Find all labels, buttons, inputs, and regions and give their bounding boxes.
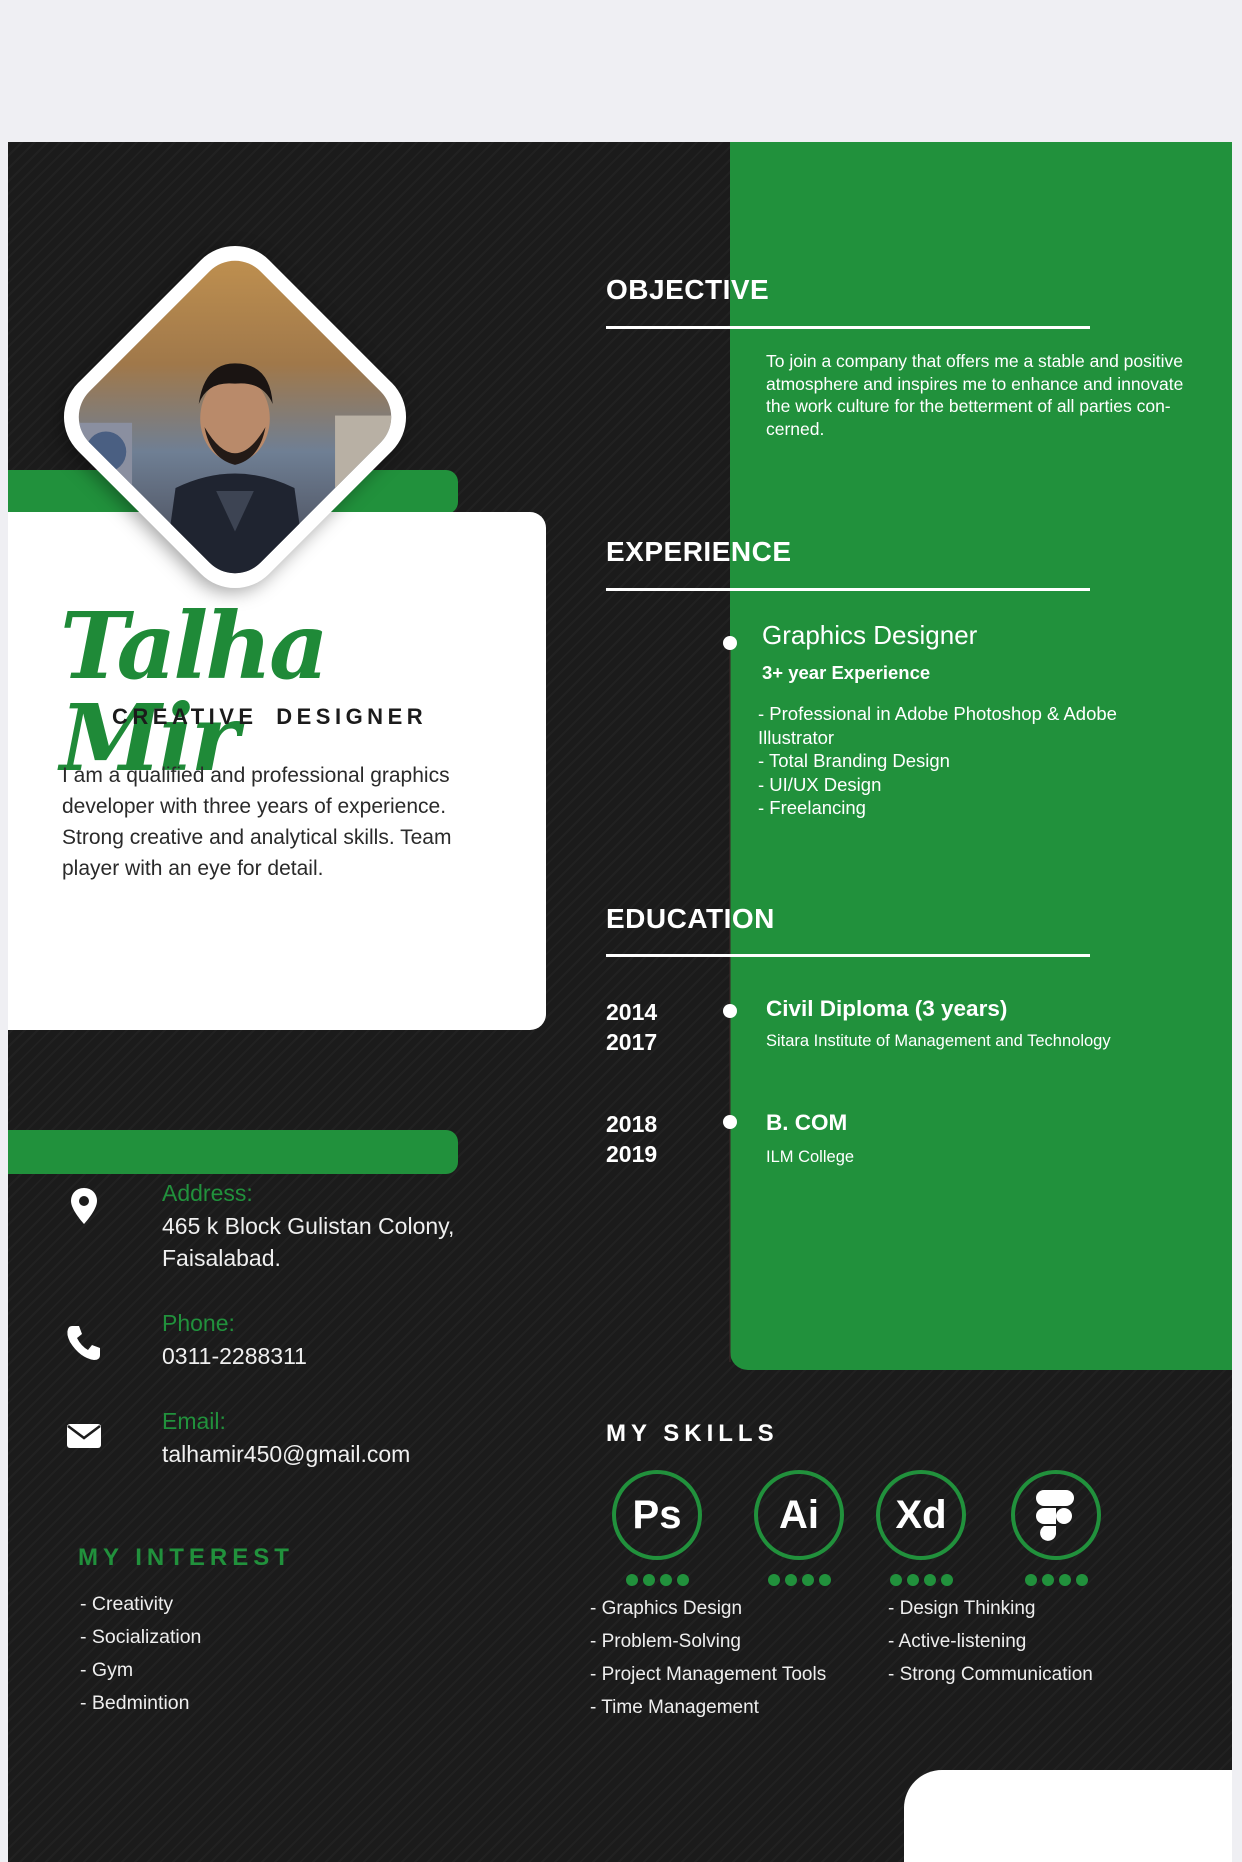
resume-page: Talha Mir CREATIVE DESIGNER I am a quali… <box>8 142 1232 1862</box>
xd-icon: Xd <box>876 1470 966 1560</box>
email-value: talhamir450@gmail.com <box>162 1441 411 1467</box>
address-label: Address: <box>162 1180 253 1206</box>
skill-item: - Time Management <box>590 1697 759 1718</box>
education-title: EDUCATION <box>606 903 775 934</box>
education-degree: Civil Diploma (3 years) <box>766 996 1008 1021</box>
interest-item: - Bedmintion <box>80 1692 190 1714</box>
interest-title: MY INTEREST <box>78 1544 294 1571</box>
skills-list-right: - Design Thinking - Active-listening - S… <box>888 1592 1093 1691</box>
education-years: 2014 2017 <box>606 997 657 1057</box>
job-points: - Professional in Adobe Photoshop & Adob… <box>758 702 1198 820</box>
experience-title: EXPERIENCE <box>606 536 792 567</box>
interest-item: - Creativity <box>80 1593 174 1615</box>
interest-item: - Gym <box>80 1659 134 1681</box>
skills-title: MY SKILLS <box>606 1420 779 1447</box>
interest-item: - Socialization <box>80 1626 202 1648</box>
education-years: 2018 2019 <box>606 1109 657 1169</box>
figma-icon <box>1011 1470 1101 1560</box>
phone-icon <box>67 1326 100 1360</box>
skill-rating <box>768 1574 831 1586</box>
job-experience: 3+ year Experience <box>762 662 931 683</box>
contact-phone: Phone: 0311-2288311 <box>62 1310 502 1380</box>
year-start: 2018 <box>606 1111 658 1137</box>
objective-rule <box>606 326 1090 329</box>
timeline-dot <box>723 1115 737 1129</box>
photoshop-icon: Ps <box>612 1470 702 1560</box>
skill-rating <box>1025 1574 1088 1586</box>
address-value: 465 k Block Gulistan Colony, Faisalabad. <box>162 1213 455 1271</box>
job-point: - Total Branding Design <box>758 750 950 771</box>
contact-address: Address: 465 k Block Gulistan Colony, Fa… <box>62 1180 502 1271</box>
skill-item: - Graphics Design <box>590 1598 743 1619</box>
timeline-dot <box>723 636 737 650</box>
illustrator-icon: Ai <box>754 1470 844 1560</box>
year-start: 2014 <box>606 999 658 1025</box>
contact-email: Email: talhamir450@gmail.com <box>62 1408 502 1478</box>
email-label: Email: <box>162 1408 226 1434</box>
job-point: - UI/UX Design <box>758 773 882 795</box>
skill-rating <box>626 1574 689 1586</box>
timeline-line <box>729 642 731 1362</box>
job-point: - Professional in Adobe Photoshop & Adob… <box>758 703 1117 748</box>
education-degree: B. COM <box>766 1110 848 1135</box>
skill-item: - Problem-Solving <box>590 1631 741 1652</box>
skills-list-left: - Graphics Design - Problem-Solving - Pr… <box>590 1592 826 1724</box>
education-rule <box>606 954 1090 957</box>
skill-item: - Project Management Tools <box>590 1664 827 1685</box>
figma-logo <box>1036 1490 1074 1541</box>
phone-label: Phone: <box>162 1310 235 1336</box>
skill-item: - Active-listening <box>888 1631 1027 1652</box>
year-end: 2017 <box>606 1029 658 1055</box>
about-text: I am a qualified and professional graphi… <box>62 764 452 880</box>
timeline-dot <box>723 1004 737 1018</box>
experience-rule <box>606 588 1090 591</box>
skill-item: - Strong Communication <box>888 1664 1093 1685</box>
candidate-role: CREATIVE DESIGNER <box>112 704 428 729</box>
corner-card <box>904 1770 1232 1862</box>
objective-title: OBJECTIVE <box>606 274 770 305</box>
phone-value: 0311-2288311 <box>162 1343 307 1369</box>
skill-rating <box>890 1574 953 1586</box>
interest-list: - Creativity - Socialization - Gym - Bed… <box>80 1588 201 1720</box>
candidate-name: Talha Mir <box>60 592 329 792</box>
job-title: Graphics Designer <box>762 620 978 650</box>
education-institute: Sitara Institute of Management and Techn… <box>766 1032 1111 1050</box>
education-institute: ILM College <box>766 1148 855 1166</box>
email-icon <box>67 1424 101 1448</box>
year-end: 2019 <box>606 1141 658 1167</box>
skill-item: - Design Thinking <box>888 1598 1036 1619</box>
location-pin-icon <box>71 1188 97 1224</box>
green-band-bottom <box>8 1130 458 1174</box>
objective-text: To join a company that offers me a stabl… <box>766 351 1184 439</box>
job-point: - Freelancing <box>758 797 866 818</box>
